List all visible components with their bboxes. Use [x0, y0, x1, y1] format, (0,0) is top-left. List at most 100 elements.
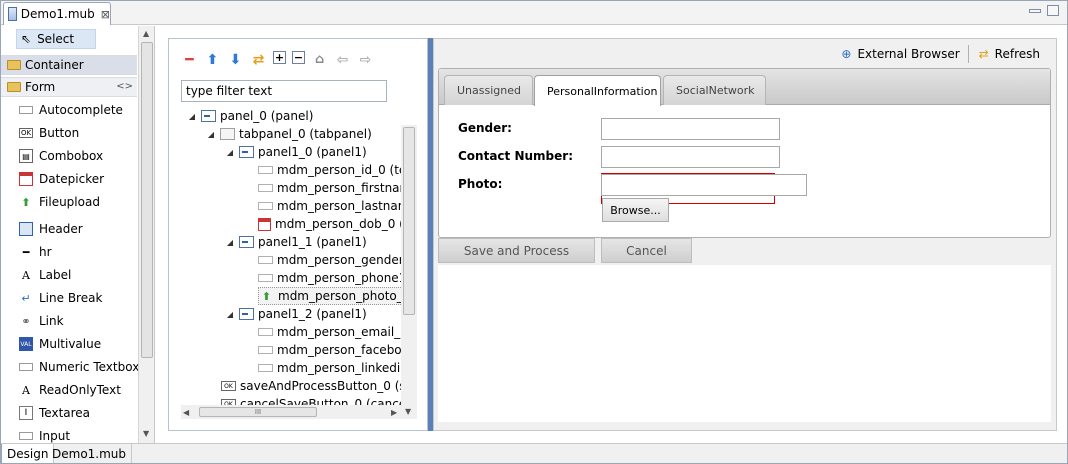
textbox-icon	[258, 364, 273, 372]
tree-vertical-scrollbar[interactable]: ▼	[401, 125, 417, 419]
tree-node-label: saveAndProcessButton_0 (sav	[240, 379, 401, 393]
palette-item-input[interactable]: Input	[19, 426, 70, 443]
scroll-left-icon[interactable]: ◀	[183, 408, 189, 417]
tree-node-label: mdm_person_gender_	[277, 253, 401, 267]
expand-arrow-icon[interactable]: ◢	[206, 130, 216, 139]
back-icon[interactable]: ⇦	[334, 51, 351, 68]
gender-field[interactable]	[601, 118, 780, 140]
move-up-icon[interactable]: ⬆	[204, 51, 221, 68]
move-down-icon[interactable]: ⬇	[227, 51, 244, 68]
scroll-right-icon[interactable]: ▶	[391, 408, 397, 417]
external-browser-button[interactable]: ⊕ External Browser	[839, 47, 959, 61]
tree-node-panel1-0[interactable]: ◢ panel1_0 (panel1)	[225, 143, 367, 161]
textbox-icon	[19, 363, 33, 371]
palette-category-form[interactable]: Form <>	[1, 77, 137, 97]
palette-item-combobox[interactable]: ▤ Combobox	[19, 146, 103, 166]
tree-node-person-firstname[interactable]: mdm_person_firstnam	[258, 179, 401, 197]
tree-node-cancel-button[interactable]: OKcancelSaveButton_0 (cancelSa	[221, 395, 401, 405]
scroll-down-icon[interactable]: ▼	[405, 407, 411, 416]
outline-panel: ━ ⬆ ⬇ ⇄ + − ⌂ ⇦ ⇨ ◢ panel_0 (panel) ◢ tabp…	[168, 38, 428, 431]
palette-item-numeric-textbox[interactable]: Numeric Textbox	[19, 357, 139, 377]
maximize-button[interactable]	[1047, 5, 1059, 16]
browse-button[interactable]: Browse...	[602, 198, 669, 222]
expand-all-icon[interactable]: +	[273, 51, 286, 64]
home-icon[interactable]: ⌂	[311, 51, 328, 68]
hr-icon: ━	[22, 245, 30, 259]
scroll-down-icon[interactable]: ▼	[143, 429, 149, 438]
palette-item-label: Label	[39, 268, 72, 282]
toolbar-separator	[967, 45, 969, 63]
calendar-icon	[19, 172, 33, 186]
tree-node-person-linkedin[interactable]: mdm_person_linkedin	[258, 359, 401, 377]
palette-item-label: Input	[39, 429, 71, 443]
tree-node-save-button[interactable]: OK saveAndProcessButton_0 (sav	[221, 377, 401, 395]
close-icon[interactable]: ⊠	[101, 8, 110, 21]
palette-item-label: Combobox	[39, 149, 104, 163]
palette-category-container[interactable]: Container	[1, 55, 137, 75]
palette-item-readonlytext[interactable]: A ReadOnlyText	[19, 380, 121, 400]
photo-file-field[interactable]	[601, 174, 807, 196]
palette-item-datepicker[interactable]: Datepicker	[19, 169, 104, 189]
expand-arrow-icon[interactable]: ◢	[225, 148, 235, 157]
tree-node-person-gender[interactable]: mdm_person_gender_	[258, 251, 401, 269]
tree-node-panel1-2[interactable]: ◢ panel1_2 (panel1)	[225, 305, 367, 323]
tree-node-person-facebook[interactable]: mdm_person_faceboo	[258, 341, 401, 359]
palette-item-link[interactable]: ⚭ Link	[19, 311, 63, 331]
editor-tab-demo1[interactable]: Demo1.mub ⊠	[3, 2, 111, 25]
refresh-button[interactable]: ⇄ Refresh	[977, 47, 1040, 61]
expand-arrow-icon[interactable]: ◢	[225, 238, 235, 247]
palette-item-autocomplete[interactable]: Autocomplete	[19, 100, 123, 120]
cancel-button[interactable]: Cancel	[601, 238, 692, 263]
palette-item-button[interactable]: OK Button	[19, 123, 79, 143]
editor-tab-bar: Demo1.mub ⊠	[1, 1, 1067, 25]
editor-window: Demo1.mub ⊠ ⇖ Select Container Form <> A…	[0, 0, 1068, 464]
palette-item-label: hr	[39, 245, 52, 259]
panel-icon	[201, 110, 216, 122]
palette-item-label[interactable]: A Label	[19, 265, 71, 285]
tree-node-panel-0[interactable]: ◢ panel_0 (panel)	[187, 107, 313, 125]
expand-arrow-icon[interactable]: ◢	[187, 112, 197, 121]
tab-social-network[interactable]: SocialNetwork	[663, 75, 766, 105]
palette-item-fileupload[interactable]: ⬆ Fileupload	[19, 192, 100, 212]
palette-item-header[interactable]: Header	[19, 219, 83, 239]
contact-number-field[interactable]	[601, 146, 780, 168]
tree-horizontal-scrollbar[interactable]: ◀ III ▶	[181, 405, 401, 419]
preview-toolbar: ⊕ External Browser ⇄ Refresh	[839, 45, 1040, 63]
tree-vscroll-thumb[interactable]	[403, 127, 415, 315]
palette-scroll-thumb[interactable]	[141, 42, 153, 358]
tree-node-person-id[interactable]: mdm_person_id_0 (tex	[258, 161, 401, 179]
palette-select-tool[interactable]: ⇖ Select	[16, 29, 96, 49]
minimize-button[interactable]	[1029, 9, 1041, 13]
sync-icon[interactable]: ⇄	[250, 51, 267, 68]
collapse-all-icon[interactable]: −	[292, 51, 305, 64]
gender-label: Gender:	[458, 121, 512, 135]
tree-hscroll-thumb[interactable]: III	[199, 407, 317, 417]
save-and-process-button[interactable]: Save and Process	[438, 238, 595, 263]
palette-item-textarea[interactable]: I Textarea	[19, 403, 90, 423]
palette-item-label: Numeric Textbox	[39, 360, 140, 374]
tree-node-label: panel1_1 (panel1)	[258, 235, 367, 249]
palette-item-line-break[interactable]: ↵ Line Break	[19, 288, 102, 308]
remove-icon[interactable]: ━	[181, 51, 198, 68]
palette-item-multivalue[interactable]: VAL Multivalue	[19, 334, 101, 354]
palette-item-hr[interactable]: ━ hr	[19, 242, 52, 262]
tree-node-person-phone[interactable]: mdm_person_phone1_	[258, 269, 401, 287]
collapse-icon[interactable]: <>	[116, 81, 133, 92]
panel-icon	[239, 308, 254, 320]
forward-icon[interactable]: ⇨	[357, 51, 374, 68]
tree-node-person-lastname[interactable]: mdm_person_lastnam	[258, 197, 401, 215]
tab-source[interactable]: Demo1.mub	[47, 444, 133, 463]
tab-unassigned[interactable]: Unassigned	[444, 75, 533, 105]
palette-scrollbar[interactable]: ▲ ▼	[138, 26, 154, 443]
tree-node-person-photo[interactable]: ⬆ mdm_person_photo_0	[258, 287, 401, 305]
expand-arrow-icon[interactable]: ◢	[225, 310, 235, 319]
tree-node-panel1-1[interactable]: ◢ panel1_1 (panel1)	[225, 233, 367, 251]
tree-node-person-dob[interactable]: mdm_person_dob_0 (c	[258, 215, 401, 233]
tab-personal-information[interactable]: PersonalInformation	[534, 75, 661, 106]
tree-node-tabpanel-0[interactable]: ◢ tabpanel_0 (tabpanel)	[206, 125, 372, 143]
refresh-label: Refresh	[994, 47, 1040, 61]
filter-input[interactable]	[181, 80, 387, 102]
palette-item-label: Datepicker	[39, 172, 105, 186]
tree-node-person-email[interactable]: mdm_person_email_0	[258, 323, 401, 341]
scroll-up-icon[interactable]: ▲	[143, 29, 149, 38]
